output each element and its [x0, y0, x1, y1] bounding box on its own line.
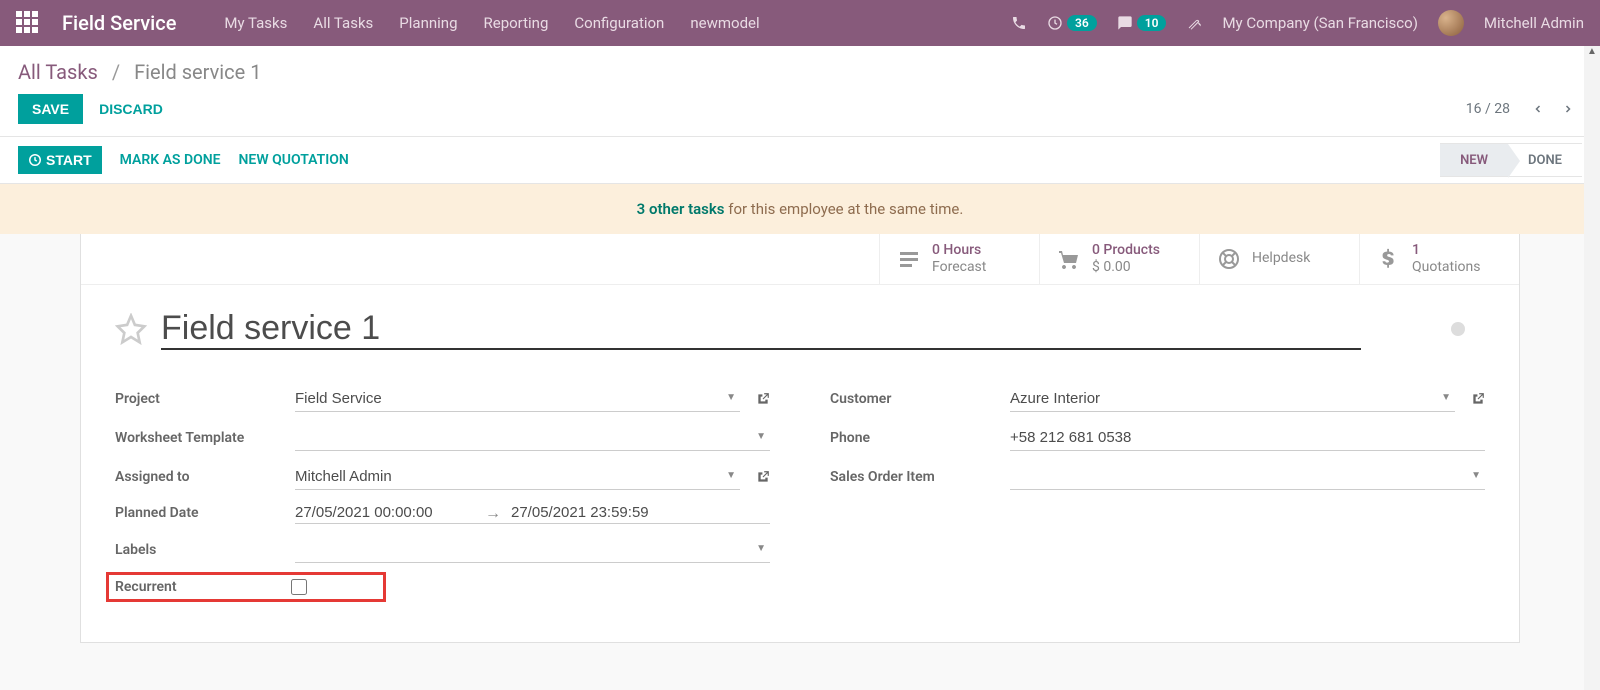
nav-menu: My Tasks All Tasks Planning Reporting Co… [224, 14, 759, 32]
stat-quotations-top: 1 [1412, 242, 1480, 259]
labels-field[interactable] [295, 537, 770, 563]
nav-my-tasks[interactable]: My Tasks [224, 14, 287, 32]
stat-hours-bottom: Forecast [932, 259, 986, 276]
customer-label: Customer [830, 391, 1000, 407]
alert-bar: 3 other tasks for this employee at the s… [0, 184, 1600, 234]
planned-date-label: Planned Date [115, 505, 285, 521]
user-name[interactable]: Mitchell Admin [1484, 14, 1584, 32]
apps-icon[interactable] [16, 11, 40, 35]
form-col-right: Customer ▼ Phone Sales Orde [830, 386, 1485, 602]
scroll-up-icon[interactable]: ▲ [1584, 46, 1600, 57]
stat-quotations-bottom: Quotations [1412, 259, 1480, 276]
stat-helpdesk-label: Helpdesk [1252, 250, 1310, 267]
planned-to-field[interactable] [511, 504, 691, 521]
form-grid: Project ▼ Worksheet Template ▼ [81, 366, 1519, 642]
worksheet-label: Worksheet Template [115, 430, 285, 446]
assigned-field[interactable] [295, 464, 740, 490]
stat-products[interactable]: 0 Products $ 0.00 [1039, 234, 1199, 284]
tools-icon[interactable] [1186, 15, 1202, 31]
stat-helpdesk[interactable]: Helpdesk [1199, 234, 1359, 284]
task-title-input[interactable] [161, 309, 1361, 350]
project-field[interactable] [295, 386, 740, 412]
star-icon[interactable] [115, 313, 147, 345]
pager-prev[interactable] [1524, 95, 1552, 123]
stat-products-bottom: $ 0.00 [1092, 259, 1160, 276]
sales-order-label: Sales Order Item [830, 469, 1000, 485]
clock-badge[interactable]: 36 [1047, 15, 1097, 31]
pager-text: 16 / 28 [1466, 101, 1510, 117]
mark-done-button[interactable]: MARK AS DONE [120, 152, 221, 168]
status-tabs: NEW DONE [1440, 143, 1582, 177]
clock-badge-count: 36 [1067, 15, 1097, 31]
status-bar: START MARK AS DONE NEW QUOTATION NEW DON… [0, 137, 1600, 184]
start-button[interactable]: START [18, 146, 102, 174]
new-quotation-button[interactable]: NEW QUOTATION [239, 152, 349, 168]
brand-title[interactable]: Field Service [62, 11, 176, 35]
nav-all-tasks[interactable]: All Tasks [313, 14, 373, 32]
chat-badge[interactable]: 10 [1117, 15, 1167, 31]
phone-label: Phone [830, 430, 1000, 446]
chat-badge-count: 10 [1137, 15, 1167, 31]
project-label: Project [115, 391, 285, 407]
title-row [81, 285, 1519, 366]
form-col-left: Project ▼ Worksheet Template ▼ [115, 386, 770, 602]
stat-buttons: 0 Hours Forecast 0 Products $ 0.00 He [81, 234, 1519, 285]
priority-dot[interactable] [1451, 322, 1465, 336]
scrollbar[interactable]: ▲ [1584, 46, 1600, 690]
nav-newmodel[interactable]: newmodel [690, 14, 759, 32]
pager-next[interactable] [1554, 95, 1582, 123]
labels-label: Labels [115, 542, 285, 558]
company-selector[interactable]: My Company (San Francisco) [1222, 14, 1417, 32]
alert-text: for this employee at the same time. [725, 200, 964, 218]
recurrent-checkbox[interactable] [291, 579, 307, 595]
navbar: Field Service My Tasks All Tasks Plannin… [0, 0, 1600, 46]
control-bar: SAVE DISCARD 16 / 28 [0, 88, 1600, 137]
phone-icon[interactable] [1011, 15, 1027, 31]
stat-hours[interactable]: 0 Hours Forecast [879, 234, 1039, 284]
nav-right: 36 10 My Company (San Francisco) Mitchel… [1011, 10, 1584, 36]
phone-field[interactable] [1010, 425, 1485, 451]
arrow-right-icon: → [485, 503, 501, 523]
breadcrumb-current: Field service 1 [134, 60, 261, 84]
sales-order-field[interactable] [1010, 464, 1485, 490]
lifebuoy-icon [1216, 247, 1242, 271]
save-button[interactable]: SAVE [18, 94, 83, 124]
alert-link[interactable]: 3 other tasks [637, 200, 725, 218]
discard-button[interactable]: DISCARD [99, 101, 163, 117]
stat-quotations[interactable]: 1 Quotations [1359, 234, 1519, 284]
planned-from-field[interactable] [295, 504, 475, 521]
form-sheet: 0 Hours Forecast 0 Products $ 0.00 He [80, 234, 1520, 643]
pager: 16 / 28 [1466, 95, 1582, 123]
external-link-icon[interactable] [756, 470, 770, 484]
external-link-icon[interactable] [756, 392, 770, 406]
nav-configuration[interactable]: Configuration [574, 14, 664, 32]
stat-products-top: 0 Products [1092, 242, 1160, 259]
avatar[interactable] [1438, 10, 1464, 36]
assigned-label: Assigned to [115, 469, 285, 485]
breadcrumb-sep: / [112, 60, 120, 84]
nav-reporting[interactable]: Reporting [484, 14, 549, 32]
worksheet-field[interactable] [295, 425, 770, 451]
breadcrumb-root[interactable]: All Tasks [18, 60, 98, 84]
cart-icon [1056, 247, 1082, 271]
start-button-label: START [46, 152, 92, 168]
status-tab-new[interactable]: NEW [1440, 143, 1508, 177]
dollar-icon [1376, 248, 1402, 270]
hours-icon [896, 247, 922, 271]
stat-hours-top: 0 Hours [932, 242, 986, 259]
breadcrumb: All Tasks / Field service 1 [0, 46, 1600, 88]
external-link-icon[interactable] [1471, 392, 1485, 406]
customer-field[interactable] [1010, 386, 1455, 412]
recurrent-label: Recurrent [115, 579, 291, 595]
nav-planning[interactable]: Planning [399, 14, 457, 32]
